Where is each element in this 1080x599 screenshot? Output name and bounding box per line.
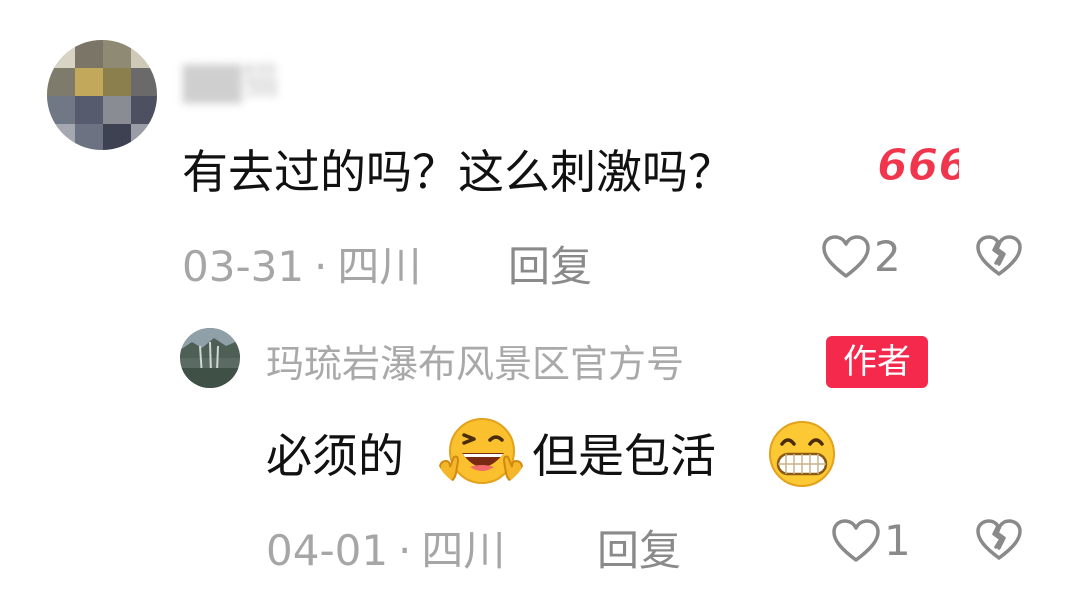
meta-separator: · [314,242,328,291]
reply-meta: 04-01 · 四川 [266,517,505,578]
reply-date: 04-01 [266,526,389,575]
comment-text: 有去过的吗？这么刺激吗？ [182,145,734,199]
commenter-username[interactable]: ▇▇猫 [183,50,279,105]
commenter-avatar[interactable] [47,40,157,150]
comment-meta: 03-31 · 四川 [182,233,421,294]
reply-like-button[interactable]: 1 [830,516,911,565]
sticker-666-icon: 666 [877,140,960,188]
grin-emoji-icon [769,421,835,487]
heart-outline-icon [832,518,880,562]
author-username[interactable]: 玛琉岩瀑布风景区官方号 [266,333,684,388]
author-avatar[interactable] [180,328,240,388]
reply-location: 四川 [421,526,506,575]
reply-text-part-2: 但是包活 [532,429,716,483]
comment-reply-button[interactable]: 回复 [508,233,592,294]
reply-like-count: 1 [884,516,911,565]
sticker-666-text: 666 [877,140,959,188]
reply-text-part-1: 必须的 [266,429,404,483]
broken-heart-icon[interactable] [975,234,1023,278]
heart-outline-icon [822,234,870,278]
reply-reply-button[interactable]: 回复 [597,517,681,578]
comment-date: 03-31 [182,242,305,291]
broken-heart-icon[interactable] [975,518,1023,562]
comment-thread: ▇▇猫 有去过的吗？这么刺激吗？ 666 03-31·四川 回复 2 玛琉岩瀑布… [0,0,1080,599]
comment-like-count: 2 [874,232,901,281]
comment-like-button[interactable]: 2 [820,232,901,281]
author-badge: 作者 [826,336,928,388]
comment-location: 四川 [337,242,422,291]
meta-separator: · [398,526,412,575]
wink-laugh-emoji-icon [438,418,524,485]
